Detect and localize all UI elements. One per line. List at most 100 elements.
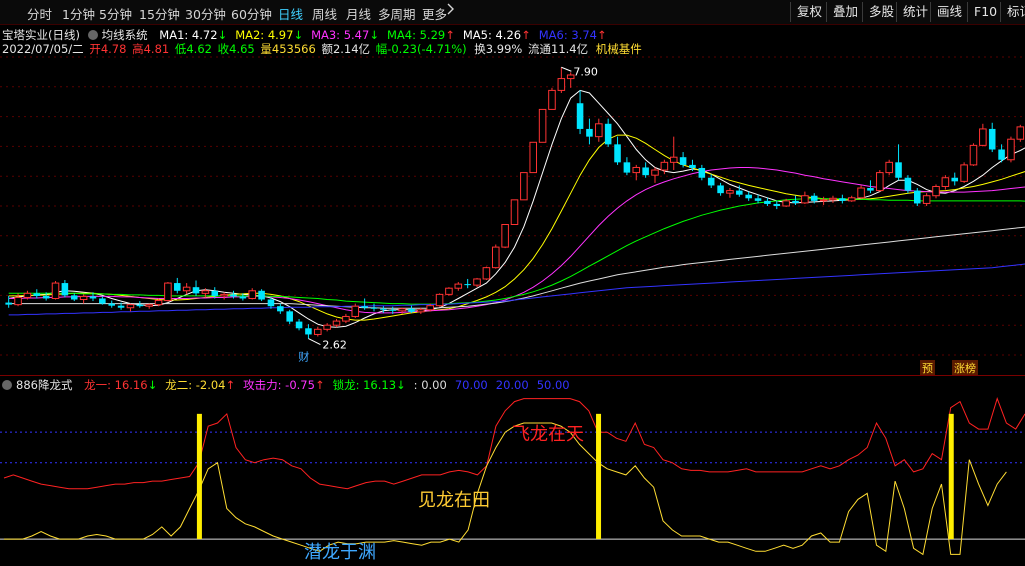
more-chevron-icon[interactable]: [447, 3, 455, 18]
finance-badge[interactable]: 财: [298, 350, 309, 364]
candle-body[interactable]: [726, 190, 734, 194]
candle-body[interactable]: [932, 185, 940, 197]
candle-body[interactable]: [201, 290, 210, 294]
period-tab-6[interactable]: 日线: [278, 4, 303, 23]
candle-body[interactable]: [389, 309, 397, 311]
candle-body[interactable]: [267, 299, 275, 307]
candle-body[interactable]: [473, 278, 481, 286]
toolbar-button-6[interactable]: 标记: [1000, 2, 1025, 22]
period-tab-0[interactable]: 分时: [27, 4, 52, 23]
candle-body[interactable]: [960, 164, 968, 182]
candle-body[interactable]: [370, 307, 378, 309]
candle-body[interactable]: [586, 128, 593, 137]
candle-body[interactable]: [23, 292, 32, 298]
candle-body[interactable]: [117, 305, 125, 308]
candle-body[interactable]: [211, 290, 219, 296]
period-tab-5[interactable]: 60分钟: [231, 4, 272, 23]
candle-body[interactable]: [510, 199, 519, 225]
candle-body[interactable]: [922, 195, 931, 204]
candle-body[interactable]: [79, 295, 88, 301]
candlestick-chart[interactable]: 7.90 2.62 财: [0, 55, 1025, 375]
candle-body[interactable]: [698, 167, 706, 178]
candle-body[interactable]: [885, 161, 893, 174]
toolbar-button-0[interactable]: 复权: [790, 2, 828, 22]
candle-body[interactable]: [464, 284, 471, 286]
candle-body[interactable]: [819, 199, 828, 202]
candle-body[interactable]: [529, 141, 538, 174]
candle-body[interactable]: [979, 128, 987, 146]
candle-body[interactable]: [829, 197, 837, 201]
candle-body[interactable]: [61, 283, 69, 296]
candle-body[interactable]: [230, 294, 237, 297]
candle-body[interactable]: [33, 293, 41, 296]
candle-body[interactable]: [380, 308, 387, 310]
candle-body[interactable]: [351, 305, 360, 317]
candle-body[interactable]: [876, 172, 884, 192]
candle-body[interactable]: [988, 128, 996, 150]
candle-body[interactable]: [679, 157, 687, 165]
candle-body[interactable]: [145, 304, 153, 307]
candle-body[interactable]: [136, 304, 144, 307]
period-tab-3[interactable]: 15分钟: [139, 4, 180, 23]
period-tab-9[interactable]: 多周期: [378, 4, 416, 23]
candle-body[interactable]: [1007, 138, 1015, 161]
candle-body[interactable]: [154, 300, 163, 306]
candle-body[interactable]: [604, 123, 612, 145]
candle-body[interactable]: [286, 311, 293, 322]
candle-body[interactable]: [174, 283, 181, 291]
candle-body[interactable]: [717, 185, 724, 194]
candle-body[interactable]: [660, 161, 669, 171]
candle-body[interactable]: [182, 286, 191, 292]
candle-body[interactable]: [248, 290, 257, 299]
candle-body[interactable]: [782, 200, 790, 207]
period-tab-4[interactable]: 30分钟: [185, 4, 226, 23]
candle-body[interactable]: [969, 144, 978, 166]
candle-body[interactable]: [164, 282, 172, 302]
toolbar-button-2[interactable]: 多股: [862, 2, 900, 22]
candle-body[interactable]: [342, 315, 350, 322]
candle-body[interactable]: [14, 296, 22, 306]
candle-body[interactable]: [5, 302, 12, 305]
candle-body[interactable]: [323, 324, 331, 330]
candle-body[interactable]: [595, 123, 603, 138]
candle-body[interactable]: [520, 172, 528, 201]
candle-body[interactable]: [314, 328, 322, 335]
candle-body[interactable]: [220, 293, 228, 297]
sector-link[interactable]: 机械基件: [596, 42, 642, 56]
indicator-chart[interactable]: [0, 392, 1025, 566]
candle-body[interactable]: [295, 321, 303, 329]
candle-body[interactable]: [745, 194, 752, 199]
toolbar-button-5[interactable]: F10: [967, 2, 1003, 22]
candle-body[interactable]: [89, 296, 97, 299]
candle-body[interactable]: [42, 295, 50, 299]
candle-body[interactable]: [557, 78, 566, 91]
period-tab-10[interactable]: 更多: [422, 4, 447, 23]
candle-body[interactable]: [623, 162, 631, 173]
candle-body[interactable]: [632, 166, 641, 174]
forecast-badge[interactable]: 预: [920, 360, 935, 376]
candle-body[interactable]: [408, 308, 415, 312]
candle-body[interactable]: [445, 287, 453, 295]
candle-body[interactable]: [501, 223, 509, 248]
candle-body[interactable]: [258, 290, 265, 300]
candle-body[interactable]: [51, 282, 60, 299]
indicator-toggle[interactable]: 886降龙式: [2, 378, 76, 392]
candle-body[interactable]: [810, 195, 818, 201]
candle-body[interactable]: [951, 177, 959, 182]
limit-up-badge[interactable]: 涨榜: [952, 360, 978, 376]
candle-body[interactable]: [792, 200, 799, 203]
candle-body[interactable]: [669, 156, 678, 163]
candle-body[interactable]: [277, 306, 284, 312]
candle-body[interactable]: [904, 177, 912, 191]
candle-body[interactable]: [435, 293, 444, 307]
period-tab-2[interactable]: 5分钟: [99, 4, 132, 23]
candle-body[interactable]: [454, 283, 463, 289]
period-tab-1[interactable]: 1分钟: [62, 4, 95, 23]
candle-body[interactable]: [491, 246, 500, 269]
candle-body[interactable]: [801, 195, 809, 204]
candle-body[interactable]: [99, 298, 106, 304]
candle-body[interactable]: [70, 295, 78, 300]
candle-body[interactable]: [548, 89, 556, 110]
toolbar-button-3[interactable]: 统计: [896, 2, 934, 22]
candle-body[interactable]: [332, 320, 341, 326]
